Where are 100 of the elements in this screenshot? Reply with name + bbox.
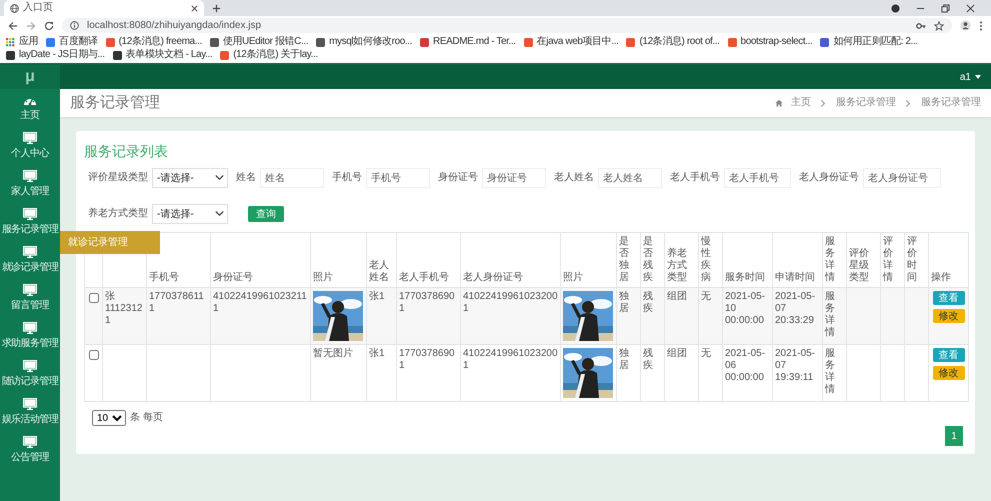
user-menu[interactable]: a1	[950, 71, 991, 83]
info-icon[interactable]	[70, 21, 79, 30]
column-header: 手机号	[146, 232, 210, 288]
breadcrumb-link[interactable]: 服务记录管理	[921, 97, 981, 109]
breadcrumb-link[interactable]: 服务记录管理	[836, 97, 896, 109]
sidebar-item[interactable]: 家人管理	[0, 165, 60, 203]
column-header: 是否独居	[616, 232, 640, 288]
sidebar-item[interactable]: 就诊记录管理	[0, 241, 60, 279]
input-field[interactable]: 身份证号	[482, 168, 546, 188]
field-label: 身份证号	[438, 172, 478, 184]
column-header: 照片	[310, 232, 366, 288]
bookmark[interactable]: mysql如何修改roo...	[316, 36, 412, 48]
table-cell: 残疾	[640, 287, 664, 344]
sidebar-item[interactable]: 主页	[0, 89, 60, 127]
profile-icon[interactable]	[960, 20, 971, 31]
bookmark[interactable]: 表单模块文档 - Lay...	[112, 49, 212, 61]
sidebar-item[interactable]: 个人中心	[0, 127, 60, 165]
field-label: 手机号	[332, 172, 362, 184]
home-icon	[775, 99, 783, 107]
column-header: 老人身份证号	[460, 232, 560, 288]
page-size-select[interactable]: 10	[92, 410, 126, 426]
table-cell: 17703786901	[396, 344, 460, 402]
page-title: 服务记录管理	[70, 94, 160, 112]
input-field[interactable]: 手机号	[366, 168, 430, 188]
tooltip: 就诊记录管理	[60, 231, 160, 254]
row-checkbox[interactable]	[89, 350, 99, 360]
input-field[interactable]: 老人手机号	[724, 168, 791, 188]
input-field[interactable]: 老人姓名	[598, 168, 662, 188]
close-icon[interactable]	[191, 4, 198, 12]
select-field[interactable]: -请选择-	[152, 168, 228, 188]
bookmark[interactable]: (12条消息) 关于lay...	[220, 49, 318, 61]
edit-button[interactable]: 修改	[932, 308, 964, 323]
sidebar-item[interactable]: 留言管理	[0, 279, 60, 317]
table-cell: 服务详情	[822, 287, 846, 344]
globe-icon	[10, 4, 19, 12]
page-size-label: 条 每页	[130, 412, 163, 424]
field-label: 老人身份证号	[799, 172, 859, 184]
logo: μ	[0, 65, 60, 89]
table-cell: 独居	[616, 344, 640, 402]
sidebar-item[interactable]: 服务记录管理	[0, 203, 60, 241]
table-cell: 无	[698, 344, 722, 402]
caret-icon	[975, 75, 981, 79]
sidebar-item[interactable]: 求助服务管理	[0, 317, 60, 355]
table-cell: 17703786901	[396, 287, 460, 344]
edit-button[interactable]: 修改	[932, 366, 964, 380]
tab-title: 入口页	[23, 2, 54, 14]
bookmark[interactable]: 如何用正则匹配: 2...	[820, 36, 918, 48]
bookmark[interactable]: 使用UEditor 报错C...	[210, 36, 308, 48]
table-cell: 410224199610232001	[460, 287, 560, 344]
bookmark[interactable]: README.md - Ter...	[420, 36, 516, 48]
bookmark[interactable]: 在java web项目中...	[524, 36, 618, 48]
table-cell: 410224199610232001	[460, 344, 560, 402]
table-cell: 残疾	[640, 344, 664, 402]
bookmark[interactable]: bootstrap-select...	[728, 36, 812, 48]
column-header: 服务详情	[822, 232, 846, 288]
column-header: 服务时间	[722, 232, 772, 288]
star-icon[interactable]	[934, 20, 944, 30]
input-field[interactable]: 老人身份证号	[863, 168, 941, 188]
reload-icon[interactable]	[44, 20, 54, 30]
sidebar-item[interactable]: 娱乐活动管理	[0, 393, 60, 431]
table-cell: 暂无图片	[310, 344, 366, 402]
table-cell: 张1	[366, 287, 396, 344]
monitor-icon	[23, 322, 37, 334]
monitor-icon	[23, 284, 37, 296]
key-icon[interactable]	[916, 20, 926, 30]
column-header: 评价星级类型	[846, 232, 880, 288]
bookmark[interactable]: (12条消息) root of...	[626, 36, 720, 48]
input-field[interactable]: 姓名	[260, 168, 324, 188]
sidebar-item[interactable]: 随访记录管理	[0, 355, 60, 393]
sidebar-item[interactable]: 公告管理	[0, 431, 60, 469]
circle-icon[interactable]	[891, 4, 900, 12]
table-cell: 2021-05-07 20:33:29	[772, 287, 822, 344]
bookmark[interactable]: 应用	[6, 36, 38, 48]
field-label: 养老方式类型	[88, 208, 148, 220]
table-cell: 独居	[616, 287, 640, 344]
column-header: 申请时间	[772, 232, 822, 288]
table-cell: 张11123121	[102, 287, 146, 344]
table-cell: 张1	[366, 344, 396, 402]
bookmark[interactable]: layDate - JS日期与...	[6, 49, 105, 61]
bookmark[interactable]: (12条消息) freema...	[106, 36, 202, 48]
back-icon[interactable]	[8, 20, 18, 30]
bookmark[interactable]: 百度翻译	[46, 36, 98, 48]
more-icon[interactable]	[979, 20, 983, 30]
apps-icon	[6, 38, 15, 46]
row-checkbox[interactable]	[89, 292, 99, 303]
column-header: 是否残疾	[640, 232, 664, 288]
monitor-icon	[23, 398, 37, 410]
table-cell: 服务详情	[822, 344, 846, 402]
new-tab-icon[interactable]	[212, 4, 221, 13]
column-header: 评价详情	[880, 232, 904, 288]
column-header: 慢性疾病	[698, 232, 722, 288]
table-cell: 组团	[664, 344, 698, 402]
column-header: 老人手机号	[396, 232, 460, 288]
browser-tab[interactable]: 入口页	[4, 0, 204, 16]
restore-icon[interactable]	[941, 4, 950, 12]
select-field[interactable]: -请选择-	[152, 204, 228, 224]
column-header: 评价时间	[904, 232, 928, 288]
close-icon[interactable]	[966, 4, 975, 12]
breadcrumb-link[interactable]: 主页	[791, 97, 811, 109]
column-header: 操作	[928, 232, 968, 288]
